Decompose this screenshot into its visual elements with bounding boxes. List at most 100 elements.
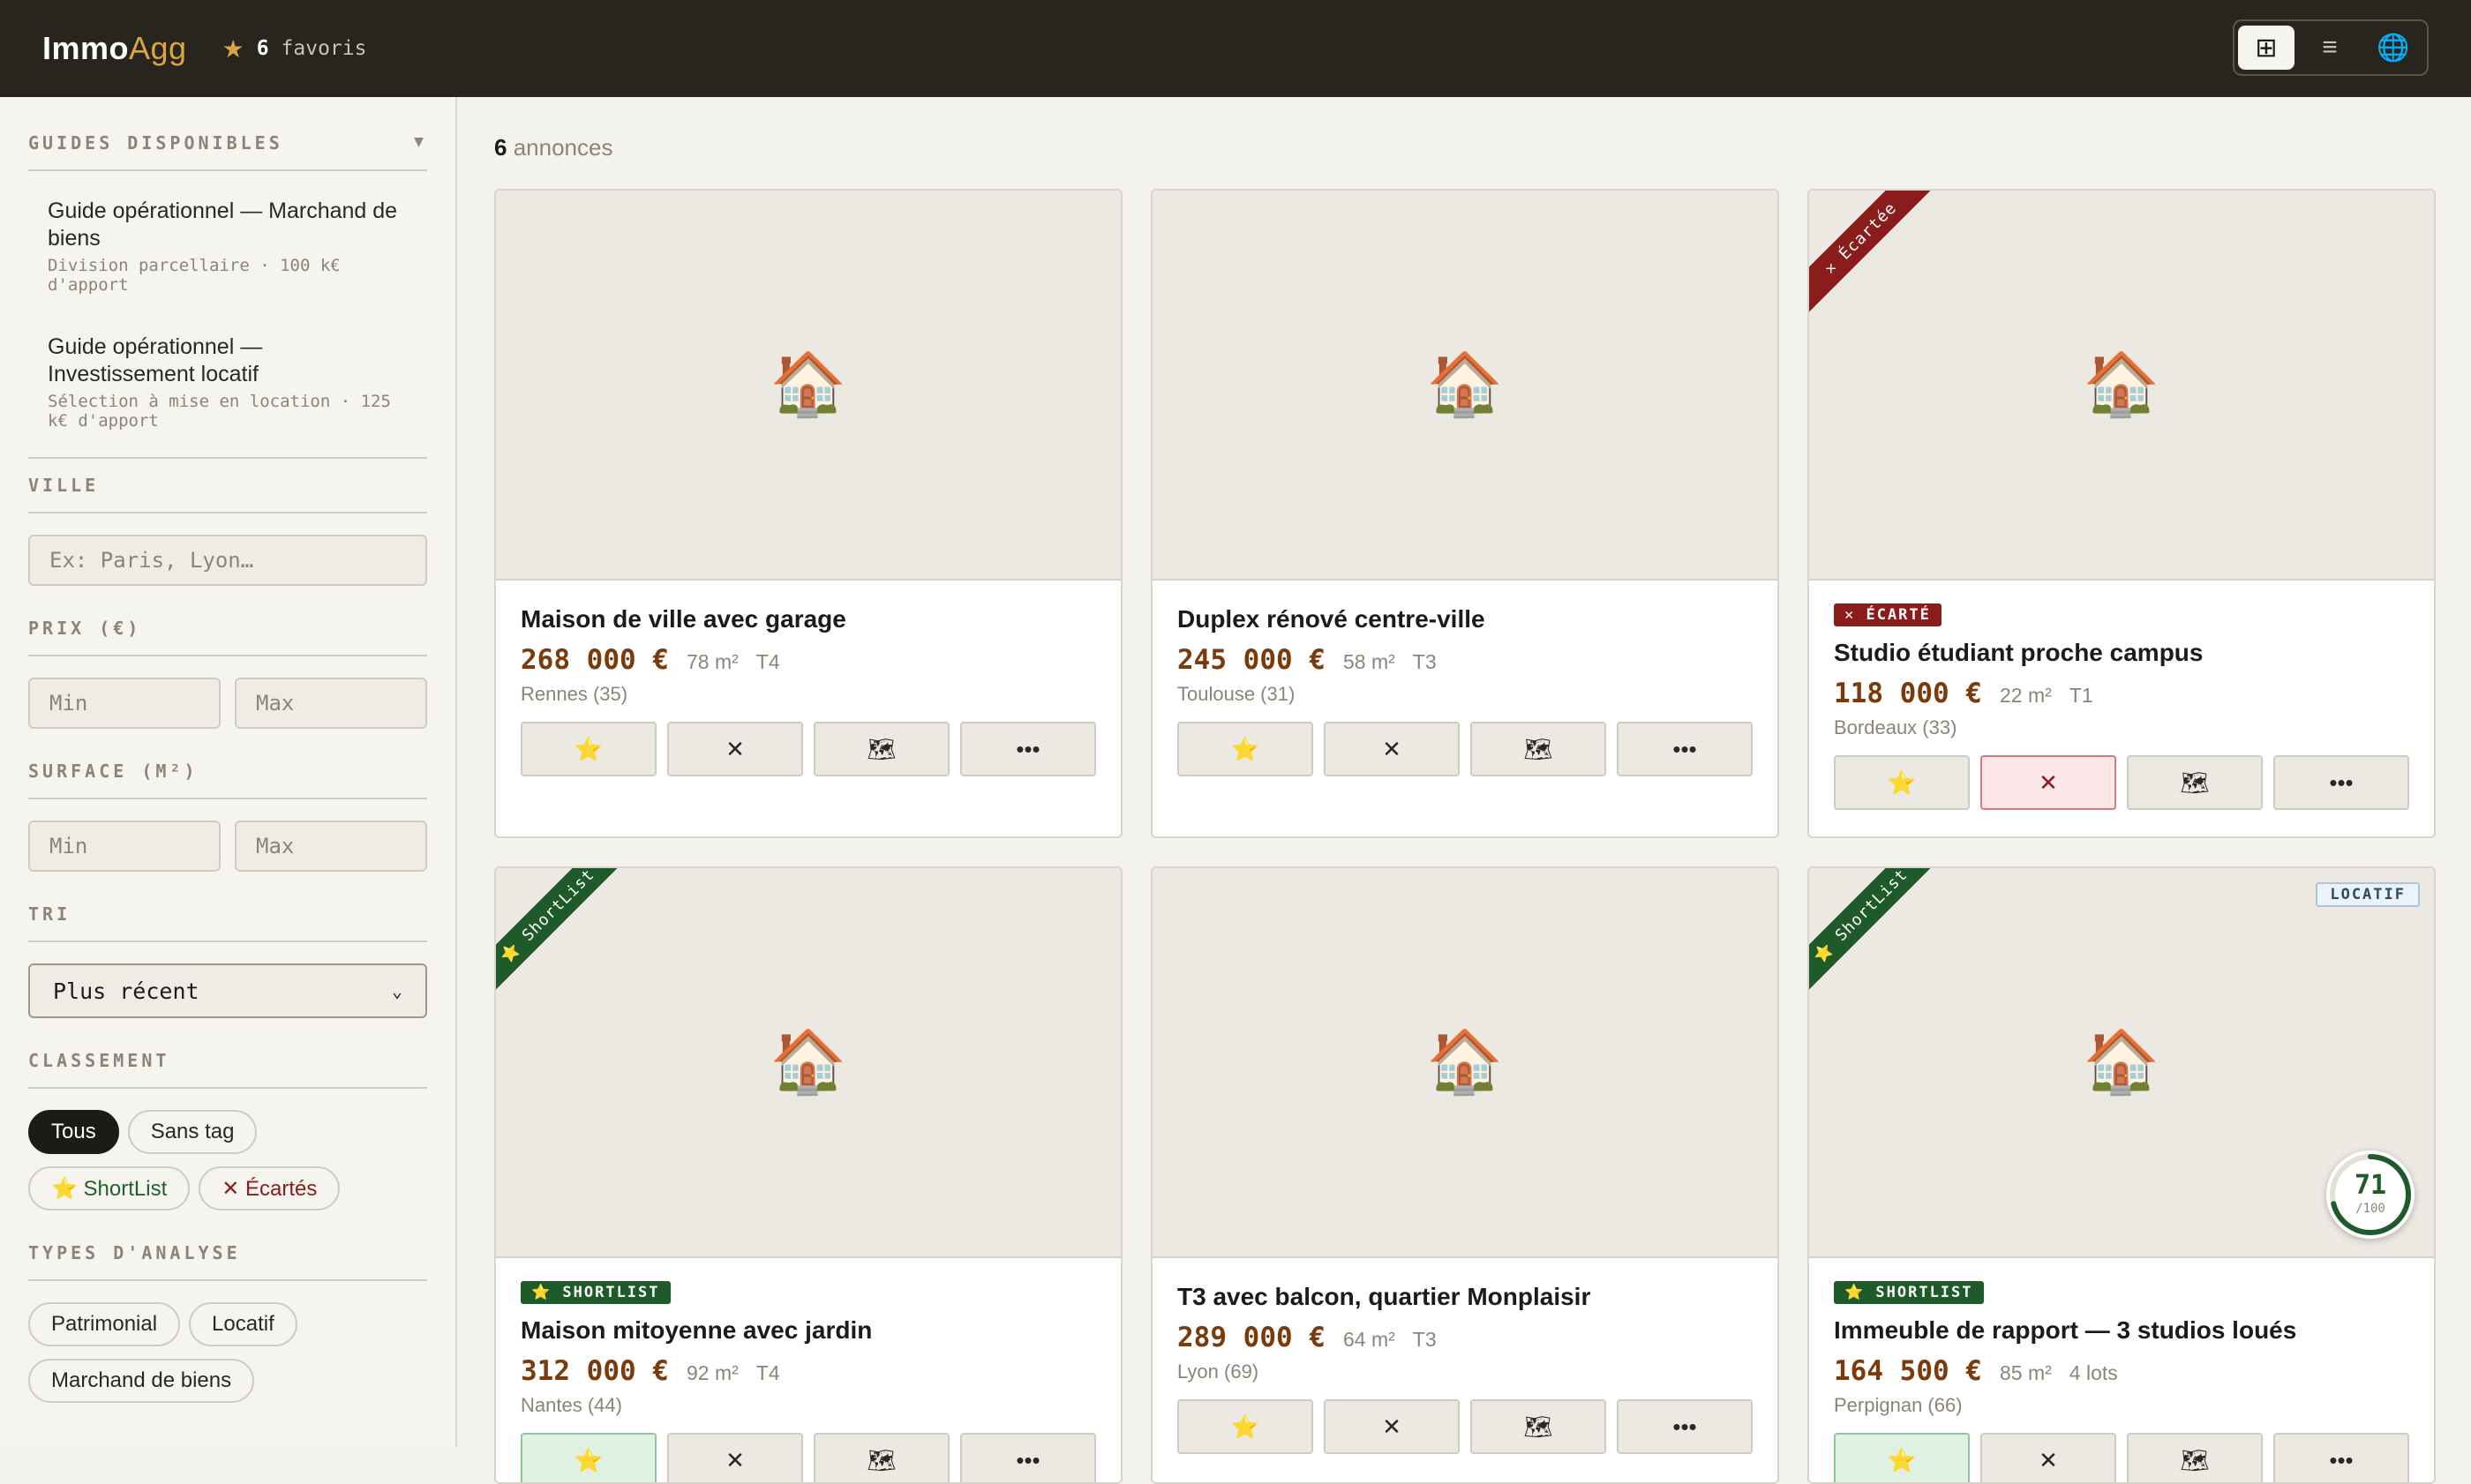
map-button[interactable]: 🗺 xyxy=(2127,755,2263,810)
shortlist-button[interactable]: ⭐ xyxy=(1177,1399,1313,1454)
grid-view-button[interactable]: ⊞ xyxy=(2238,26,2294,70)
map-button[interactable]: 🗺 xyxy=(1470,1399,1606,1454)
more-button[interactable]: ••• xyxy=(1617,1399,1753,1454)
listing-photo[interactable]: 🏠 xyxy=(1153,868,1777,1258)
guide-item[interactable]: Guide opérationnel — Marchand de biens D… xyxy=(28,198,427,295)
discard-button[interactable]: ✕ xyxy=(667,722,803,776)
shortlist-button[interactable]: ⭐ xyxy=(521,722,657,776)
sort-select[interactable]: Plus récent ⌄ xyxy=(28,963,427,1018)
ville-section-title: VILLE xyxy=(28,475,427,513)
listing-city: Rennes (35) xyxy=(521,683,628,705)
type-patrimonial[interactable]: Patrimonial xyxy=(28,1302,181,1346)
tri-section-title: TRI xyxy=(28,903,427,942)
close-icon: ✕ xyxy=(725,735,745,762)
more-button[interactable]: ••• xyxy=(960,722,1096,776)
star-icon: ⭐ xyxy=(574,1446,604,1473)
shortlist-button[interactable]: ⭐ xyxy=(1834,755,1970,810)
shortlist-button[interactable]: ⭐ xyxy=(1177,722,1313,776)
map-view-button[interactable]: 🌐 xyxy=(2365,26,2422,70)
filter-shortlist[interactable]: ⭐ ShortList xyxy=(28,1166,191,1210)
listing-price: 289 000 € xyxy=(1177,1322,1326,1353)
type-locatif[interactable]: Locatif xyxy=(189,1302,297,1346)
classement-section-title: CLASSEMENT xyxy=(28,1050,427,1089)
results-count: 6 annonces xyxy=(494,134,613,161)
listing-surface: 58 m² xyxy=(1342,650,1395,673)
prix-min-input[interactable]: Min xyxy=(28,678,221,729)
discard-button[interactable]: ✕ xyxy=(1980,1433,2116,1482)
shortlist-ribbon: ⭐ ShortList xyxy=(1809,868,1947,1002)
close-icon: ✕ xyxy=(2039,1446,2058,1473)
more-button[interactable]: ••• xyxy=(2273,755,2409,810)
prix-max-input[interactable]: Max xyxy=(235,678,427,729)
map-icon: 🗺 xyxy=(1523,1413,1553,1440)
more-button[interactable]: ••• xyxy=(1617,722,1753,776)
listing-photo[interactable]: 🏠 xyxy=(496,191,1121,581)
listing-card[interactable]: 🏠 Duplex rénové centre-ville 245 000 € 5… xyxy=(1151,189,1779,838)
close-icon: ✕ xyxy=(1382,735,1401,762)
listing-card[interactable]: 🏠 Maison de ville avec garage 268 000 € … xyxy=(494,189,1123,838)
more-button[interactable]: ••• xyxy=(960,1433,1096,1482)
discard-button[interactable]: ✕ xyxy=(1324,722,1460,776)
list-icon: ≡ xyxy=(2322,33,2338,62)
shortlist-button[interactable]: ⭐ xyxy=(1834,1433,1970,1482)
type-marchand[interactable]: Marchand de biens xyxy=(28,1359,255,1403)
listing-photo[interactable]: ✕ Écartée 🏠 xyxy=(1809,191,2434,581)
listing-rooms: 4 lots xyxy=(2069,1361,2118,1384)
listing-card[interactable]: 🏠 T3 avec balcon, quartier Monplaisir 28… xyxy=(1151,866,1779,1484)
guides-section-title[interactable]: GUIDES DISPONIBLES ▼ xyxy=(28,132,427,171)
listing-rooms: T4 xyxy=(755,650,780,673)
listing-price: 164 500 € xyxy=(1834,1355,1982,1387)
map-button[interactable]: 🗺 xyxy=(1470,722,1606,776)
ville-input[interactable]: Ex: Paris, Lyon… xyxy=(28,535,427,586)
listing-rooms: T1 xyxy=(2069,684,2093,707)
listing-price: 312 000 € xyxy=(521,1355,669,1387)
map-icon: 🗺 xyxy=(867,735,897,762)
listing-title: Maison de ville avec garage xyxy=(521,605,846,633)
map-button[interactable]: 🗺 xyxy=(814,722,950,776)
star-icon: ⭐ xyxy=(574,735,604,762)
chevron-down-icon[interactable]: ▼ xyxy=(414,132,427,151)
house-icon: 🏠 xyxy=(1426,349,1504,418)
listing-city: Toulouse (31) xyxy=(1177,683,1296,705)
filter-tous[interactable]: Tous xyxy=(28,1110,119,1154)
listing-city: Lyon (69) xyxy=(1177,1360,1259,1383)
listing-title: Maison mitoyenne avec jardin xyxy=(521,1316,873,1344)
more-button[interactable]: ••• xyxy=(2273,1433,2409,1482)
app-logo[interactable]: ImmoAgg xyxy=(42,30,187,67)
discard-button[interactable]: ✕ xyxy=(1980,755,2116,810)
shortlist-button[interactable]: ⭐ xyxy=(521,1433,657,1482)
listing-surface: 85 m² xyxy=(1999,1361,2052,1384)
listing-title: Immeuble de rapport — 3 studios loués xyxy=(1834,1316,2297,1344)
listing-title: Duplex rénové centre-ville xyxy=(1177,605,1485,633)
listing-rooms: T3 xyxy=(1412,1328,1437,1351)
map-icon: 🗺 xyxy=(867,1446,897,1473)
listing-card[interactable]: ⭐ ShortList 🏠 ⭐ SHORTLIST Maison mitoyen… xyxy=(494,866,1123,1484)
filter-ecartes[interactable]: ✕ Écartés xyxy=(199,1166,341,1210)
listing-surface: 92 m² xyxy=(686,1361,739,1384)
filter-sans-tag[interactable]: Sans tag xyxy=(127,1110,258,1154)
star-icon: ⭐ xyxy=(1230,1413,1260,1440)
listing-photo[interactable]: 🏠 xyxy=(1153,191,1777,581)
grid-icon: ⊞ xyxy=(2255,33,2278,63)
listing-photo[interactable]: ⭐ ShortList 🏠 xyxy=(496,868,1121,1258)
map-button[interactable]: 🗺 xyxy=(2127,1433,2263,1482)
more-icon: ••• xyxy=(1672,1413,1697,1440)
surface-section-title: SURFACE (M²) xyxy=(28,761,427,799)
surface-min-input[interactable]: Min xyxy=(28,821,221,872)
score-gauge[interactable]: 71 /100 xyxy=(2326,1150,2415,1239)
favorites-count: 6 xyxy=(256,37,269,60)
discard-button[interactable]: ✕ xyxy=(667,1433,803,1482)
house-icon: 🏠 xyxy=(1426,1027,1504,1096)
listing-card[interactable]: ✕ Écartée 🏠 ✕ ÉCARTÉ Studio étudiant pro… xyxy=(1807,189,2436,838)
list-view-button[interactable]: ≡ xyxy=(2302,26,2358,70)
more-icon: ••• xyxy=(1016,735,1040,762)
map-button[interactable]: 🗺 xyxy=(814,1433,950,1482)
star-icon: ⭐ xyxy=(1887,768,1917,796)
surface-max-input[interactable]: Max xyxy=(235,821,427,872)
more-icon: ••• xyxy=(2329,768,2354,796)
discard-button[interactable]: ✕ xyxy=(1324,1399,1460,1454)
guide-item[interactable]: Guide opérationnel — Investissement loca… xyxy=(28,334,427,431)
favorites-counter[interactable]: ★ 6 favoris xyxy=(222,34,367,64)
listing-price: 245 000 € xyxy=(1177,644,1326,676)
house-icon: 🏠 xyxy=(770,1027,847,1096)
